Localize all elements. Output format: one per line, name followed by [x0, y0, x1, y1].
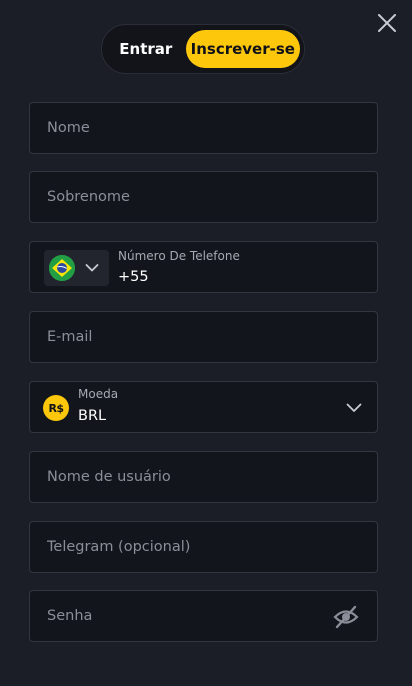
last-name-input[interactable] — [30, 172, 377, 222]
password-input[interactable] — [30, 591, 377, 641]
toggle-password-visibility-button[interactable] — [332, 604, 360, 630]
currency-select[interactable]: R$ Moeda BRL — [29, 381, 378, 433]
tab-login[interactable]: Entrar — [106, 30, 186, 68]
email-field — [29, 311, 378, 363]
eye-off-icon — [333, 605, 359, 629]
close-icon — [378, 14, 396, 32]
currency-coin-icon: R$ — [43, 395, 69, 421]
tab-register[interactable]: Inscrever-se — [185, 30, 300, 68]
brazil-flag-icon — [49, 255, 75, 281]
username-field — [29, 451, 378, 503]
currency-label: Moeda — [78, 387, 119, 401]
email-input[interactable] — [30, 312, 377, 362]
first-name-input[interactable] — [30, 103, 377, 153]
close-button[interactable] — [374, 10, 400, 36]
auth-tabs: Entrar Inscrever-se — [101, 24, 305, 74]
chevron-down-icon — [346, 403, 362, 412]
telegram-field — [29, 521, 378, 573]
phone-prefix-value: +55 — [118, 269, 149, 285]
first-name-field — [29, 102, 378, 154]
last-name-field — [29, 171, 378, 223]
country-code-select[interactable] — [44, 250, 109, 286]
chevron-down-icon — [85, 264, 99, 272]
phone-field[interactable]: Número De Telefone +55 — [29, 241, 378, 293]
phone-label: Número De Telefone — [118, 249, 240, 263]
currency-value: BRL — [78, 408, 107, 424]
password-field — [29, 590, 378, 642]
telegram-input[interactable] — [30, 522, 377, 572]
username-input[interactable] — [30, 452, 377, 502]
